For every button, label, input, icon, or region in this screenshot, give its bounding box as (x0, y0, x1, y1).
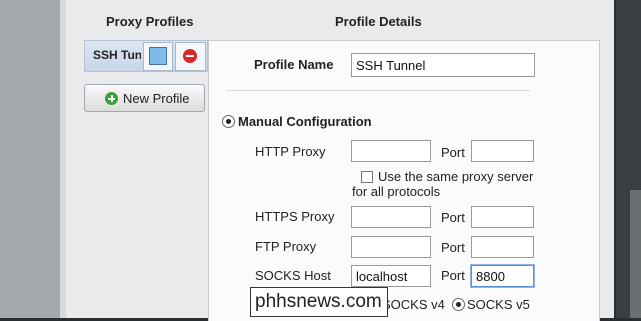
new-profile-button[interactable]: New Profile (84, 84, 205, 112)
socks-v5-label: SOCKS v5 (467, 297, 530, 312)
profile-color-button[interactable] (143, 42, 173, 71)
same-proxy-checkbox[interactable] (361, 171, 373, 183)
background-window-right-stripe (630, 190, 641, 318)
https-proxy-input[interactable] (351, 206, 431, 228)
socks-host-input[interactable] (351, 265, 431, 287)
http-proxy-label: HTTP Proxy (255, 144, 326, 159)
socks-host-label: SOCKS Host (255, 268, 331, 283)
add-icon (105, 92, 118, 105)
remove-profile-button[interactable] (175, 42, 206, 71)
background-window-left (0, 0, 66, 318)
remove-icon (183, 49, 197, 63)
profile-name-label: SSH Tunnel (93, 48, 141, 62)
ftp-proxy-label: FTP Proxy (255, 239, 317, 254)
https-proxy-label: HTTPS Proxy (255, 209, 335, 224)
proxy-profiles-header: Proxy Profiles (106, 14, 194, 29)
http-proxy-input[interactable] (351, 140, 431, 162)
https-port-input[interactable] (471, 206, 534, 228)
ftp-proxy-input[interactable] (351, 236, 431, 258)
manual-configuration-radio[interactable] (222, 115, 235, 128)
profile-name-label: Profile Name (254, 57, 334, 72)
https-port-label: Port (441, 210, 465, 225)
divider (226, 90, 530, 91)
profile-list-item[interactable]: SSH Tunnel (84, 40, 208, 72)
socks-v4-label: SOCKS v4 (382, 297, 445, 312)
profile-name-input[interactable] (351, 53, 535, 77)
socks-port-input[interactable] (471, 265, 534, 287)
watermark: phhsnews.com (250, 287, 388, 317)
new-profile-label: New Profile (123, 91, 190, 106)
profile-details-header: Profile Details (335, 14, 422, 29)
ftp-port-label: Port (441, 240, 465, 255)
http-port-input[interactable] (471, 140, 534, 162)
manual-configuration-label: Manual Configuration (238, 114, 372, 129)
color-swatch-icon (149, 47, 167, 65)
socks-port-label: Port (441, 268, 465, 283)
http-port-label: Port (441, 145, 465, 160)
same-proxy-label-line1: Use the same proxy server (378, 169, 534, 184)
ftp-port-input[interactable] (471, 236, 534, 258)
socks-v5-radio[interactable] (452, 298, 465, 311)
same-proxy-label-line2: for all protocols (352, 184, 441, 199)
